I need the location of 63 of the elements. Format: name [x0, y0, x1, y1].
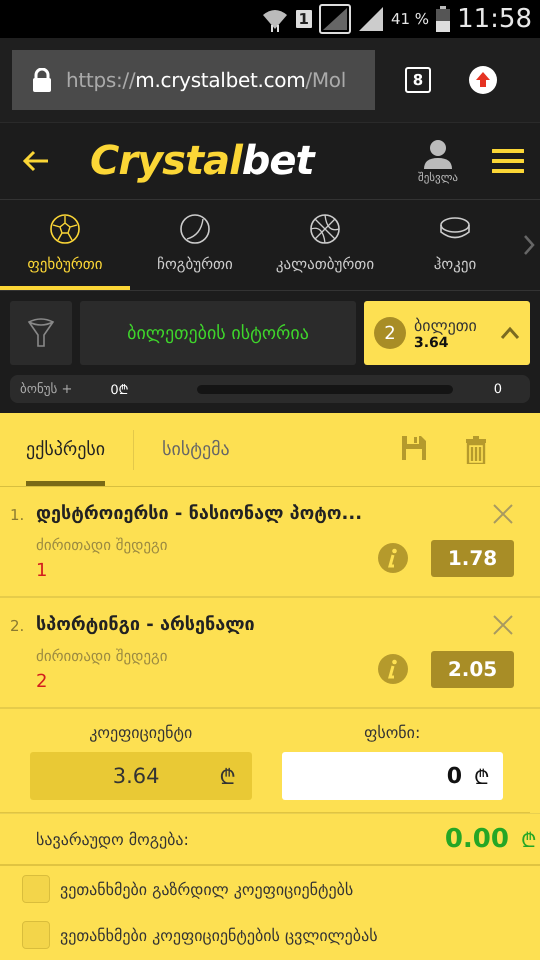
user-icon — [424, 138, 452, 168]
sim-icon: 1 — [296, 10, 312, 28]
pick-value: 1 — [36, 560, 48, 583]
bonus-amount: 0₾ — [110, 382, 129, 398]
basketball-ball-icon — [309, 213, 341, 245]
login-button[interactable]: შესვლა — [418, 138, 458, 184]
ticket-history-button[interactable]: ბილეთების ისტორია — [80, 301, 356, 365]
signal-icon — [318, 4, 351, 34]
market-name: ძირითადი შედეგი — [36, 647, 168, 668]
ticket-count-badge: 2 — [374, 317, 406, 349]
ticket-button[interactable]: 2 ბილეთი 3.64 — [364, 301, 530, 365]
checkbox-label: ვეთანხმები კოეფიციენტების ცვლილებას — [60, 926, 378, 944]
chevron-right-icon[interactable] — [522, 233, 536, 257]
odds-value: 1.78 — [431, 540, 514, 577]
bonus-value: 0 — [494, 382, 502, 396]
upload-icon[interactable] — [469, 66, 497, 94]
chevron-up-icon — [500, 326, 520, 340]
sport-tab[interactable]: ჰოკეი — [390, 200, 520, 290]
filter-button[interactable] — [10, 301, 72, 365]
potential-win-value: 0.00 — [444, 824, 509, 854]
stake-input[interactable]: 0 ₾ — [282, 752, 503, 800]
currency-sign: ₾ — [521, 826, 536, 852]
potential-win-label: სავარაუდო მოგება: — [36, 830, 189, 848]
tennis-ball-icon — [179, 213, 211, 245]
info-icon[interactable] — [378, 543, 408, 574]
trash-icon[interactable] — [466, 436, 486, 464]
coefficient-label: კოეფიციენტი — [88, 723, 194, 742]
logo: Crystalbet — [90, 138, 314, 184]
stake-label: ფსონი: — [363, 723, 422, 742]
checkbox-label: ვეთანხმები გაზრდილ კოეფიციენტებს — [60, 880, 354, 898]
market-name: ძირითადი შედეგი — [36, 536, 168, 556]
football-ball-icon — [49, 213, 81, 245]
odds-value: 2.05 — [431, 650, 514, 688]
checkbox[interactable] — [22, 921, 50, 949]
bet-number: 2. — [10, 616, 26, 637]
close-icon[interactable] — [492, 503, 514, 525]
address-bar[interactable]: https://m.crystalbet.com/Mol — [12, 50, 375, 110]
funnel-icon — [27, 318, 55, 348]
match-name: დესტროიერსი - ნასიონალ პოტო... — [36, 503, 364, 526]
sport-tab[interactable]: ჩოგბურთი — [130, 200, 260, 290]
info-icon[interactable] — [378, 654, 408, 684]
pick-value: 2 — [36, 670, 48, 694]
signal-icon — [358, 6, 384, 32]
ticket-label: ბილეთი — [414, 316, 478, 334]
save-icon[interactable] — [402, 436, 426, 460]
battery-percent: 41 % — [390, 10, 430, 28]
url-text: https://m.crystalbet.com/Mol — [66, 68, 346, 92]
bet-type-tab[interactable]: სისტემა — [162, 413, 230, 486]
sport-tab[interactable]: კალათბურთი — [260, 200, 390, 290]
clock: 11:58 — [457, 4, 532, 34]
close-icon[interactable] — [492, 614, 514, 636]
back-arrow-icon[interactable] — [22, 150, 50, 172]
bet-type-tab[interactable]: ექსპრესი — [26, 413, 106, 486]
bonus-label: ბონუს + — [20, 382, 72, 396]
bet-number: 1. — [10, 505, 26, 526]
ticket-odds: 3.64 — [414, 334, 449, 350]
checkbox[interactable] — [22, 875, 50, 903]
lock-icon — [32, 68, 52, 92]
battery-icon — [436, 6, 450, 32]
tab-count-button[interactable]: 8 — [405, 67, 431, 93]
coefficient-field: 3.64 ₾ — [30, 752, 252, 800]
match-name: სპორტინგი - არსენალი — [36, 614, 256, 637]
menu-icon[interactable] — [492, 148, 524, 174]
